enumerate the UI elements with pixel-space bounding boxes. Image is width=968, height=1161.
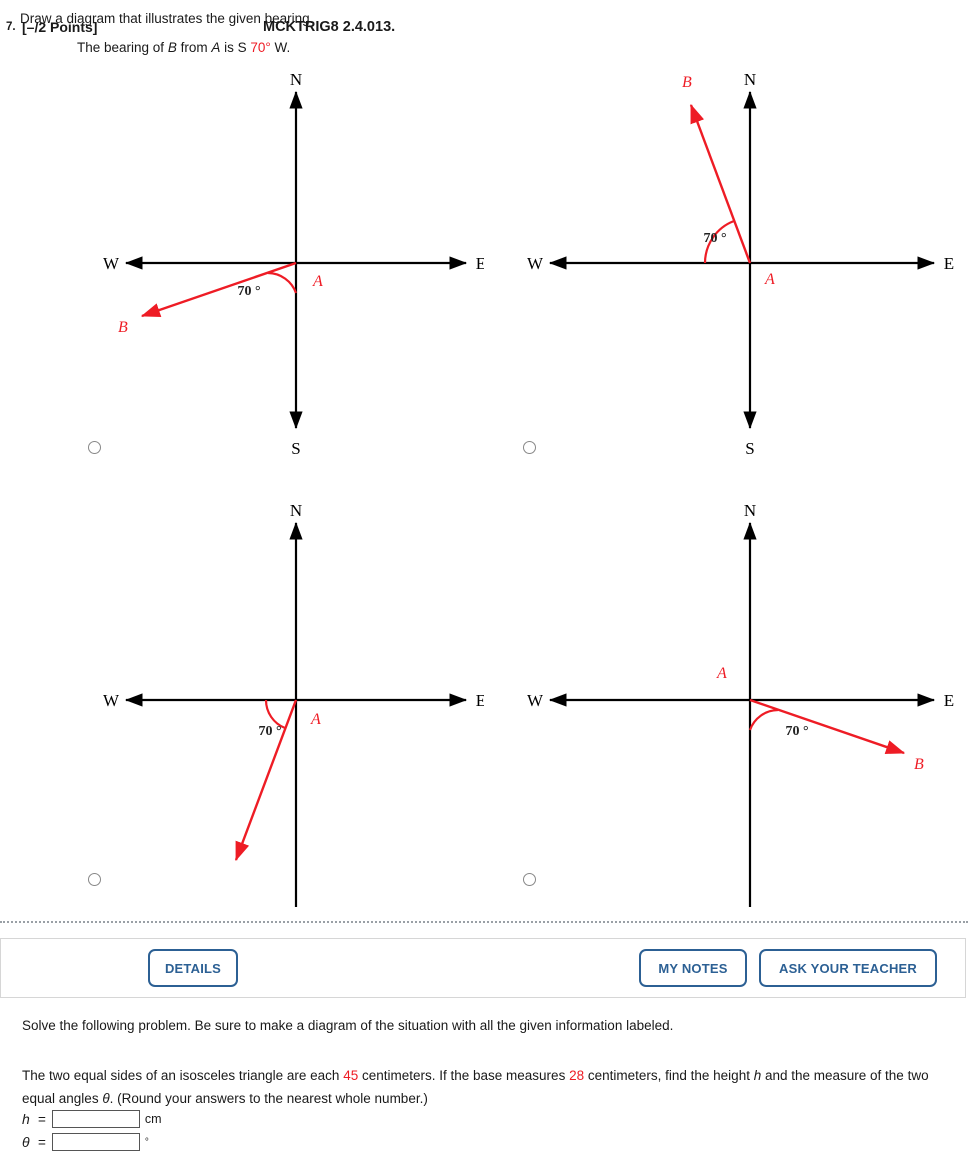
body-part-2: centimeters. If the base measures xyxy=(358,1068,570,1083)
question-instruction: Solve the following problem. Be sure to … xyxy=(22,1018,674,1033)
svg-text:N: N xyxy=(744,501,756,520)
ask-your-teacher-button[interactable]: ASK YOUR TEACHER xyxy=(759,949,937,987)
question-points: [–/2 Points] xyxy=(22,19,98,35)
details-button[interactable]: DETAILS xyxy=(148,949,238,987)
answer-equals-theta: = xyxy=(38,1134,46,1150)
svg-text:A: A xyxy=(764,271,775,288)
answer-input-theta[interactable] xyxy=(51,1133,140,1151)
svg-text:W: W xyxy=(103,254,120,273)
choice-2-radio[interactable] xyxy=(523,441,536,454)
bearing-point-b: B xyxy=(167,40,177,55)
question-code: MCKTRIG8 2.4.013. xyxy=(263,19,396,35)
bearing-angle: 70° xyxy=(250,40,271,55)
svg-text:S: S xyxy=(745,439,754,458)
choice-1-diagram[interactable]: N S E W 70 ° A B xyxy=(0,62,484,484)
bearing-prefix: The bearing of xyxy=(77,40,168,55)
question-body: The two equal sides of an isosceles tria… xyxy=(22,1064,952,1110)
answer-equals-h: = xyxy=(38,1111,46,1127)
svg-text:A: A xyxy=(310,711,321,728)
svg-text:70 °: 70 ° xyxy=(237,284,260,299)
choice-4-diagram[interactable]: N S E W 70 ° A B xyxy=(484,485,968,907)
answer-unit-theta: ° xyxy=(144,1136,149,1148)
body-part-5: . (Round your answers to the nearest who… xyxy=(109,1091,428,1106)
choice-3-radio[interactable] xyxy=(88,873,101,886)
answer-unit-h: cm xyxy=(144,1112,162,1126)
bearing-point-a: A xyxy=(211,40,221,55)
section-divider xyxy=(0,921,968,923)
choice-1-radio[interactable] xyxy=(88,441,101,454)
choice-3-diagram[interactable]: N S E W 70 ° A B xyxy=(0,485,484,907)
body-value-sides: 45 xyxy=(343,1068,359,1083)
answer-label-theta: θ xyxy=(22,1134,30,1150)
svg-text:E: E xyxy=(476,254,484,273)
svg-text:E: E xyxy=(944,691,954,710)
svg-text:N: N xyxy=(290,70,302,89)
answer-label-h: h xyxy=(22,1111,30,1127)
answer-choices: N S E W 70 ° A B N S E W 70 ° A B N E W … xyxy=(0,62,968,907)
svg-text:A: A xyxy=(312,273,323,290)
bearing-mid: from xyxy=(176,40,212,55)
svg-text:70 °: 70 ° xyxy=(785,724,808,739)
bearing-statement: The bearing of B from A is S 70° W. xyxy=(77,40,290,55)
bearing-suffix: W. xyxy=(270,40,291,55)
body-part-3: centimeters, find the height xyxy=(584,1068,754,1083)
svg-text:B: B xyxy=(682,74,692,91)
svg-text:E: E xyxy=(476,691,484,710)
svg-text:70 °: 70 ° xyxy=(258,724,281,739)
svg-text:N: N xyxy=(290,501,302,520)
svg-text:W: W xyxy=(527,691,544,710)
svg-text:E: E xyxy=(944,254,954,273)
svg-text:B: B xyxy=(914,756,924,773)
body-part-1: The two equal sides of an isosceles tria… xyxy=(22,1068,344,1083)
svg-text:A: A xyxy=(716,665,727,682)
question-number: 7. xyxy=(6,21,16,33)
svg-text:W: W xyxy=(527,254,544,273)
answer-row-h: h = cm xyxy=(22,1110,162,1128)
body-value-base: 28 xyxy=(569,1068,585,1083)
svg-text:70 °: 70 ° xyxy=(703,231,726,246)
answer-row-theta: θ = ° xyxy=(22,1133,149,1151)
svg-text:N: N xyxy=(744,70,756,89)
choice-2-diagram[interactable]: N S E W 70 ° A B xyxy=(484,62,968,484)
body-symbol-theta: θ xyxy=(102,1091,110,1106)
my-notes-button[interactable]: MY NOTES xyxy=(639,949,747,987)
bearing-is: is S xyxy=(220,40,251,55)
choice-4-radio[interactable] xyxy=(523,873,536,886)
svg-text:S: S xyxy=(291,439,300,458)
answer-input-h[interactable] xyxy=(51,1110,140,1128)
svg-text:B: B xyxy=(118,319,128,336)
svg-text:W: W xyxy=(103,691,120,710)
